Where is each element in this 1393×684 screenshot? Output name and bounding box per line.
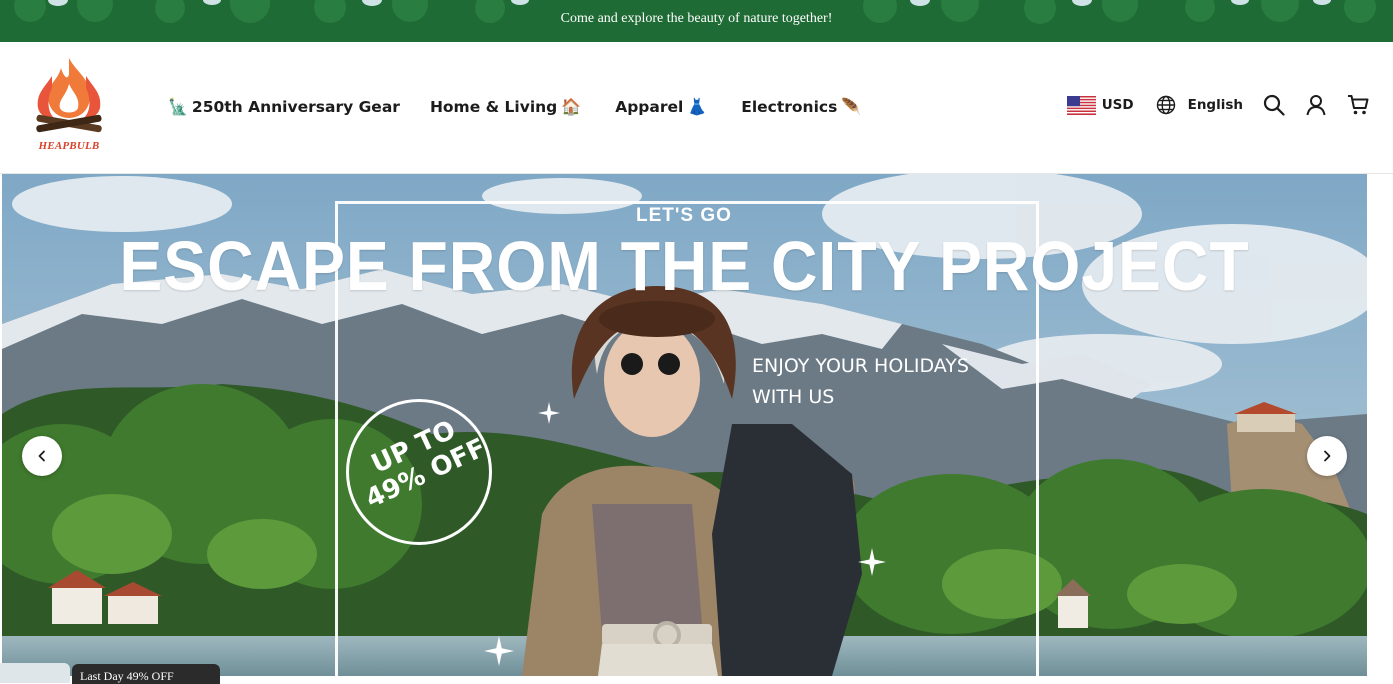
chevron-right-icon — [1324, 450, 1331, 462]
statue-of-liberty-icon: 🗽 — [168, 97, 188, 116]
hero-banner: LET'S GO ESCAPE FROM THE CITY PROJECT EN… — [2, 174, 1367, 676]
carousel-prev-button[interactable] — [22, 436, 62, 476]
account-icon[interactable] — [1305, 94, 1327, 116]
hero-headline: ESCAPE FROM THE CITY PROJECT — [119, 227, 1250, 305]
hero-subheading-line: ENJOY YOUR HOLIDAYS — [752, 355, 969, 377]
site-header: HEAPBULB 🗽 250th Anniversary Gear Home &… — [0, 42, 1393, 174]
campfire-icon — [36, 58, 102, 133]
search-icon[interactable] — [1263, 94, 1285, 116]
nav-item-electronics[interactable]: Electronics 🪶 — [741, 97, 865, 116]
promo-popup-text: Last Day 49% OFF — [80, 669, 174, 683]
cart-icon[interactable] — [1347, 94, 1369, 116]
brand-name: HEAPBULB — [38, 140, 100, 152]
announcement-bar: Come and explore the beauty of nature to… — [0, 0, 1393, 42]
nav-item-label: Home & Living — [429, 97, 558, 116]
currency-label: USD — [1101, 97, 1134, 113]
dress-icon: 👗 — [687, 97, 708, 116]
sparkle-icon — [484, 636, 514, 666]
hero-kicker: LET'S GO — [636, 205, 732, 226]
nav-item-anniversary-gear[interactable]: 🗽 250th Anniversary Gear — [168, 97, 400, 116]
promo-thumbnail[interactable] — [0, 663, 70, 683]
sparkle-icon — [858, 548, 886, 576]
chevron-left-icon — [38, 450, 45, 462]
language-label: English — [1187, 97, 1243, 113]
us-flag-icon — [1066, 95, 1096, 115]
nav-item-label: Apparel — [615, 97, 684, 116]
globe-icon — [1156, 95, 1175, 115]
hero-subheading: ENJOY YOUR HOLIDAYS WITH US — [752, 351, 1052, 413]
discount-badge: UP TO 49% OFF — [346, 399, 492, 545]
main-nav: 🗽 250th Anniversary Gear Home & Living 🏠… — [168, 97, 895, 116]
nav-item-label: 250th Anniversary Gear — [191, 97, 400, 116]
nav-item-apparel[interactable]: Apparel 👗 — [615, 97, 711, 116]
header-tools: USD English — [1066, 94, 1369, 116]
brand-logo[interactable]: HEAPBULB — [28, 54, 110, 158]
carousel-next-button[interactable] — [1307, 436, 1347, 476]
nav-item-label: Electronics — [741, 97, 838, 116]
announcement-text: Come and explore the beauty of nature to… — [560, 11, 833, 26]
currency-selector[interactable]: USD — [1066, 95, 1134, 115]
feather-icon: 🪶 — [841, 97, 862, 116]
language-selector[interactable]: English — [1156, 95, 1243, 115]
promo-popup[interactable]: Last Day 49% OFF — [72, 664, 220, 684]
sparkle-icon — [538, 402, 560, 424]
discount-badge-text: UP TO 49% OFF — [349, 407, 491, 515]
house-icon: 🏠 — [561, 97, 582, 116]
nav-item-home-living[interactable]: Home & Living 🏠 — [430, 97, 585, 116]
hero-subheading-line: WITH US — [752, 386, 835, 408]
